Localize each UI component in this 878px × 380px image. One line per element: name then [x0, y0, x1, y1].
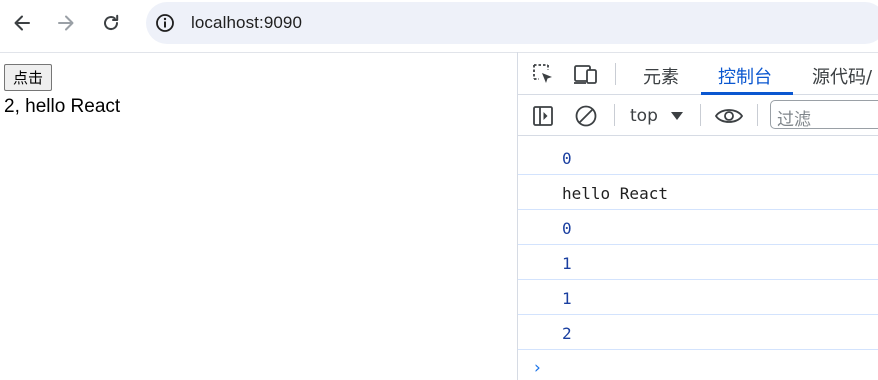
chevron-down-icon[interactable] [671, 112, 683, 120]
console-log-area: 0 hello React 0 1 1 2 [518, 140, 878, 350]
log-value: 2 [562, 324, 572, 343]
url-text: localhost:9090 [191, 13, 303, 32]
context-selector[interactable]: top [630, 106, 658, 126]
filter-input[interactable]: 过滤 [770, 100, 878, 130]
toolbar-separator [757, 104, 758, 126]
console-toolbar: top 过滤 [518, 95, 878, 136]
arrow-left-icon [14, 15, 30, 31]
live-expression-icon[interactable] [714, 103, 744, 129]
tab-console[interactable]: 控制台 [718, 63, 772, 89]
sidebar-toggle-icon[interactable] [530, 103, 556, 129]
log-value: hello React [562, 184, 668, 203]
filter-placeholder: 过滤 [777, 110, 811, 130]
log-value: 1 [562, 254, 572, 273]
reload-button[interactable] [97, 9, 125, 37]
tab-elements[interactable]: 元素 [643, 63, 679, 89]
address-bar[interactable]: localhost:9090 [146, 2, 878, 44]
log-value: 1 [562, 289, 572, 308]
log-value: 0 [562, 149, 572, 168]
console-message: 0 [518, 210, 878, 245]
clear-console-icon[interactable] [573, 103, 599, 129]
console-message: 1 [518, 245, 878, 280]
browser-toolbar: localhost:9090 [0, 0, 878, 46]
console-message: 2 [518, 315, 878, 350]
click-button[interactable]: 点击 [4, 64, 53, 91]
back-button[interactable] [8, 9, 36, 37]
devtools-tabbar: 元素 控制台 源代码/ [518, 53, 878, 95]
devtools-panel: 元素 控制台 源代码/ top 过滤 0 hello React 0 1 1 2… [518, 53, 878, 380]
arrow-right-icon [58, 15, 74, 31]
page-viewport: 点击 2, hello React [0, 53, 517, 380]
toolbar-separator [700, 104, 701, 126]
toolbar-separator [614, 104, 615, 126]
site-info-icon[interactable] [155, 13, 175, 33]
console-message: 0 [518, 140, 878, 175]
tab-separator [615, 63, 616, 85]
inspect-element-icon[interactable] [530, 61, 556, 87]
log-value: 0 [562, 219, 572, 238]
device-toolbar-icon[interactable] [572, 61, 600, 87]
console-message: hello React [518, 175, 878, 210]
console-prompt[interactable]: › [534, 358, 541, 378]
tab-sources[interactable]: 源代码/ [812, 63, 872, 89]
forward-button[interactable] [52, 9, 80, 37]
output-text: 2, hello React [4, 96, 121, 117]
reload-icon [104, 14, 119, 31]
console-message: 1 [518, 280, 878, 315]
